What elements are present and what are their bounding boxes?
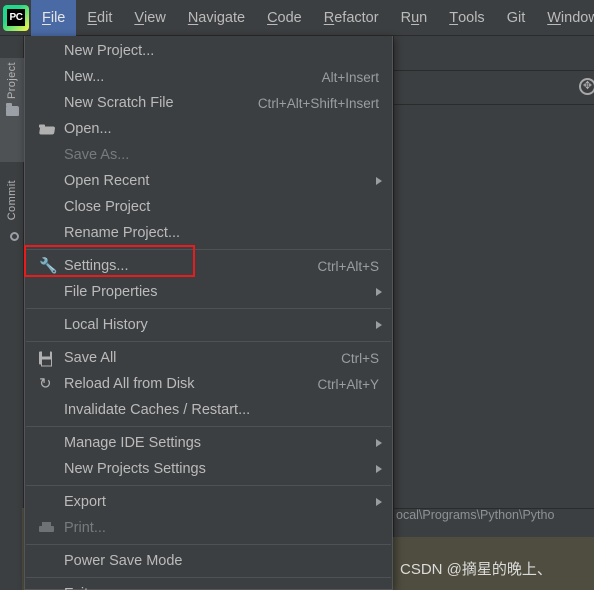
pycharm-window: Project Commit pro ocal\Programs\Python\… <box>0 0 594 590</box>
menubar-item-window[interactable]: Window <box>536 0 594 36</box>
chevron-right-icon <box>376 465 382 473</box>
project-tab-label: Project <box>6 62 18 100</box>
save-icon <box>39 351 52 367</box>
menu-item-label: Exit <box>64 586 382 590</box>
pycharm-logo: PC <box>3 4 29 31</box>
menu-item-exit[interactable]: Exit <box>25 581 392 590</box>
menu-item-label: Open... <box>64 121 112 137</box>
menu-item-local-history[interactable]: Local History <box>25 312 392 338</box>
chevron-right-icon <box>376 321 382 329</box>
menu-item-label: Export <box>64 494 106 510</box>
menubar-item-refactor[interactable]: Refactor <box>313 0 390 36</box>
menu-separator <box>26 308 391 309</box>
menu-item-label: New Scratch File <box>64 95 174 111</box>
csdn-watermark: CSDN @摘星的晚上、 <box>400 561 552 578</box>
menu-item-label: Settings... <box>64 258 129 274</box>
chevron-right-icon <box>376 288 382 296</box>
menu-item-label: Close Project <box>64 199 151 215</box>
panel-divider-right[interactable] <box>393 36 394 590</box>
chevron-right-icon <box>376 439 382 447</box>
sidebar-item-commit[interactable]: Commit <box>0 176 24 280</box>
menu-item-new-scratch-file[interactable]: New Scratch File Ctrl+Alt+Shift+Insert <box>25 90 392 116</box>
folder-icon <box>5 103 19 117</box>
file-dropdown-menu: New Project... New... Alt+Insert New Scratc… <box>24 36 393 590</box>
menu-item-label: Reload All from Disk <box>64 376 195 392</box>
menubar-item-file[interactable]: File <box>31 0 77 36</box>
menubar-item-code[interactable]: Code <box>256 0 313 36</box>
folder-open-icon <box>39 124 54 135</box>
menu-item-label: Print... <box>64 520 106 536</box>
menu-separator <box>26 341 391 342</box>
sidebar-item-project[interactable]: Project <box>0 58 24 162</box>
menubar-item-edit[interactable]: Edit <box>76 0 123 36</box>
menu-item-shortcut: Ctrl+Alt+Shift+Insert <box>257 95 379 111</box>
left-toolwindow-bar: Project Commit <box>0 36 24 590</box>
menu-separator <box>26 485 391 486</box>
print-icon <box>39 522 54 534</box>
menu-item-power-save-mode[interactable]: Power Save Mode <box>25 548 392 574</box>
menu-item-export[interactable]: Export <box>25 489 392 515</box>
interpreter-path-text: ocal\Programs\Python\Pytho <box>396 508 555 522</box>
menu-item-label: Rename Project... <box>64 225 181 241</box>
menu-item-open[interactable]: Open... <box>25 116 392 142</box>
menu-item-new[interactable]: New... Alt+Insert <box>25 64 392 90</box>
menu-item-shortcut: Ctrl+Alt+S <box>317 258 379 274</box>
commit-icon <box>5 228 19 242</box>
menu-bar: PC File Edit View Navigate Code Refactor… <box>0 0 594 36</box>
menu-item-label: New... <box>64 69 105 85</box>
menu-item-save-all[interactable]: Save All Ctrl+S <box>25 345 392 371</box>
divider-2 <box>393 104 594 105</box>
sync-icon[interactable]: ✥ <box>579 78 594 95</box>
menu-item-save-as: Save As... <box>25 142 392 168</box>
menu-separator <box>26 577 391 578</box>
chevron-right-icon <box>376 177 382 185</box>
menu-item-label: Save All <box>64 350 117 366</box>
menu-item-reload-all-from-disk[interactable]: ↻ Reload All from Disk Ctrl+Alt+Y <box>25 371 392 397</box>
menu-item-shortcut: Ctrl+S <box>341 350 379 366</box>
reload-icon: ↻ <box>39 375 52 393</box>
chevron-right-icon <box>376 498 382 506</box>
menu-item-label: Local History <box>64 317 148 333</box>
menu-item-label: Power Save Mode <box>64 553 183 569</box>
menubar-item-navigate[interactable]: Navigate <box>177 0 256 36</box>
menu-item-label: Manage IDE Settings <box>64 435 202 451</box>
menubar-item-git[interactable]: Git <box>496 0 537 36</box>
menu-item-label: Save As... <box>64 147 130 163</box>
menu-item-file-properties[interactable]: File Properties <box>25 279 392 305</box>
menu-item-new-project[interactable]: New Project... <box>25 38 392 64</box>
menubar-item-view[interactable]: View <box>123 0 176 36</box>
menu-separator <box>26 544 391 545</box>
menu-item-label: Open Recent <box>64 173 150 189</box>
menu-item-label: Invalidate Caches / Restart... <box>64 402 251 418</box>
menu-item-shortcut: Ctrl+Alt+Y <box>317 376 379 392</box>
pycharm-logo-text: PC <box>7 9 25 26</box>
menu-item-invalidate-caches[interactable]: Invalidate Caches / Restart... <box>25 397 392 423</box>
menu-separator <box>26 426 391 427</box>
menu-item-open-recent[interactable]: Open Recent <box>25 168 392 194</box>
menu-item-rename-project[interactable]: Rename Project... <box>25 220 392 246</box>
menu-item-new-projects-settings[interactable]: New Projects Settings <box>25 456 392 482</box>
menu-item-close-project[interactable]: Close Project <box>25 194 392 220</box>
menu-item-manage-ide-settings[interactable]: Manage IDE Settings <box>25 430 392 456</box>
menu-item-shortcut: Alt+Insert <box>321 69 379 85</box>
menubar-item-tools[interactable]: Tools <box>438 0 495 36</box>
menu-item-label: File Properties <box>64 284 158 300</box>
commit-tab-label: Commit <box>6 180 18 221</box>
menu-item-label: New Projects Settings <box>64 461 206 477</box>
menu-separator <box>26 249 391 250</box>
wrench-icon: 🔧 <box>39 257 58 275</box>
menu-item-label: New Project... <box>64 43 155 59</box>
menu-item-settings[interactable]: 🔧 Settings... Ctrl+Alt+S <box>25 253 392 279</box>
menubar-item-run[interactable]: Run <box>390 0 439 36</box>
menu-item-print: Print... <box>25 515 392 541</box>
